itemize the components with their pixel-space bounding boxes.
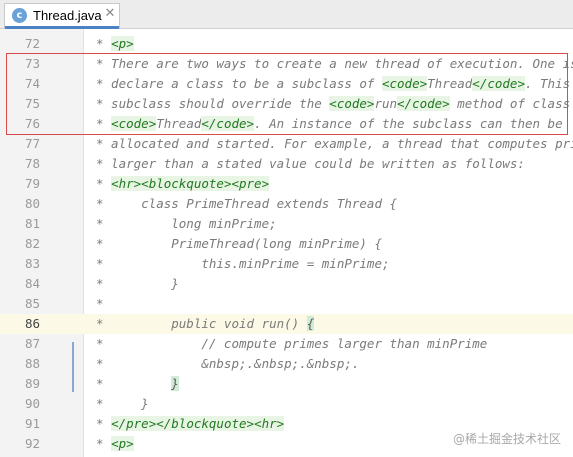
- line-number: 89: [24, 376, 40, 391]
- code-line[interactable]: 84 * }: [0, 274, 573, 294]
- code-line[interactable]: 87 * // compute primes larger than minPri…: [0, 334, 573, 354]
- html-tag-token: </pre>: [111, 416, 157, 431]
- html-tag-token: <hr>: [111, 176, 142, 191]
- line-number: 72: [24, 36, 40, 51]
- code-line[interactable]: 79 * <hr><blockquote><pre>: [0, 174, 573, 194]
- comment-text: * larger than a stated value could be wr…: [96, 156, 525, 171]
- html-tag-token: <pre>: [231, 176, 270, 191]
- code-line[interactable]: 72 * <p>: [0, 34, 573, 54]
- code-line[interactable]: 86 * public void run() {: [0, 314, 573, 334]
- code-line[interactable]: 89 * }: [0, 374, 573, 394]
- code-line[interactable]: 82 * PrimeThread(long minPrime) {: [0, 234, 573, 254]
- code-text[interactable]: * }: [96, 274, 179, 294]
- code-text[interactable]: * class PrimeThread extends Thread {: [96, 194, 397, 214]
- code-text[interactable]: * larger than a stated value could be wr…: [96, 154, 525, 174]
- code-text[interactable]: * }: [96, 374, 179, 394]
- line-number: 78: [24, 156, 40, 171]
- html-tag-token: <p>: [111, 436, 134, 451]
- code-text[interactable]: * this.minPrime = minPrime;: [96, 254, 390, 274]
- code-text[interactable]: * <p>: [96, 34, 134, 54]
- code-line[interactable]: 83 * this.minPrime = minPrime;: [0, 254, 573, 274]
- line-number: 83: [24, 256, 40, 271]
- comment-text: *: [96, 416, 112, 431]
- code-text[interactable]: * public void run() {: [96, 314, 315, 334]
- code-line[interactable]: 90 * }: [0, 394, 573, 414]
- line-number: 85: [24, 296, 40, 311]
- code-text[interactable]: * PrimeThread(long minPrime) {: [96, 234, 382, 254]
- comment-text: * PrimeThread(long minPrime) {: [96, 236, 382, 251]
- comment-text: * }: [96, 276, 179, 291]
- code-line[interactable]: 88 * &nbsp;.&nbsp;.&nbsp;.: [0, 354, 573, 374]
- line-number: 80: [24, 196, 40, 211]
- comment-text: *: [96, 376, 172, 391]
- code-line[interactable]: 80 * class PrimeThread extends Thread {: [0, 194, 573, 214]
- line-number: 81: [24, 216, 40, 231]
- tab-thread-java[interactable]: c Thread.java ✕: [4, 3, 120, 29]
- line-number: 86: [24, 316, 40, 331]
- line-number: 92: [24, 436, 40, 451]
- line-number: 79: [24, 176, 40, 191]
- matched-brace: }: [171, 376, 179, 391]
- code-line[interactable]: 77 * allocated and started. For example, …: [0, 134, 573, 154]
- code-line[interactable]: 78 * larger than a stated value could be …: [0, 154, 573, 174]
- line-number: 87: [24, 336, 40, 351]
- line-number: 84: [24, 276, 40, 291]
- html-tag-token: <blockquote>: [141, 176, 232, 191]
- code-text[interactable]: * }: [96, 394, 149, 414]
- code-text[interactable]: * // compute primes larger than minPrime: [96, 334, 487, 354]
- comment-text: * class PrimeThread extends Thread {: [96, 196, 398, 211]
- code-line[interactable]: 81 * long minPrime;: [0, 214, 573, 234]
- comment-text: * public void run(): [96, 316, 307, 331]
- code-line[interactable]: 85 *: [0, 294, 573, 314]
- comment-text: * long minPrime;: [96, 216, 277, 231]
- tab-title: Thread.java: [33, 8, 102, 23]
- comment-text: *: [96, 296, 104, 311]
- line-number: 90: [24, 396, 40, 411]
- comment-text: * // compute primes larger than minPrime: [96, 336, 488, 351]
- comment-text: *: [96, 176, 112, 191]
- code-text[interactable]: * </pre></blockquote><hr>: [96, 414, 285, 434]
- watermark: @稀土掘金技术社区: [452, 432, 561, 446]
- html-tag-token: <hr>: [254, 416, 285, 431]
- comment-text: * this.minPrime = minPrime;: [96, 256, 390, 271]
- line-number: 77: [24, 136, 40, 151]
- code-text[interactable]: * long minPrime;: [96, 214, 277, 234]
- matched-brace: {: [306, 316, 315, 331]
- line-number: 91: [24, 416, 40, 431]
- code-text[interactable]: * <p>: [96, 434, 134, 454]
- html-tag-token: </blockquote>: [156, 416, 255, 431]
- code-text[interactable]: *: [96, 294, 104, 314]
- comment-text: * &nbsp;.&nbsp;.&nbsp;.: [96, 356, 360, 371]
- comment-text: *: [96, 436, 112, 451]
- code-text[interactable]: * &nbsp;.&nbsp;.&nbsp;.: [96, 354, 359, 374]
- comment-text: *: [96, 36, 112, 51]
- close-icon[interactable]: ✕: [103, 7, 117, 21]
- code-text[interactable]: * <hr><blockquote><pre>: [96, 174, 270, 194]
- line-number: 82: [24, 236, 40, 251]
- line-number: 88: [24, 356, 40, 371]
- code-text[interactable]: * allocated and started. For example, a …: [96, 134, 573, 154]
- java-class-icon: c: [12, 8, 27, 23]
- editor-tab-bar: c Thread.java ✕: [0, 0, 573, 29]
- vcs-change-marker[interactable]: [72, 342, 74, 392]
- comment-text: * }: [96, 396, 149, 411]
- html-tag-token: <p>: [111, 36, 134, 51]
- comment-text: * allocated and started. For example, a …: [96, 136, 573, 151]
- highlight-box: [6, 53, 568, 135]
